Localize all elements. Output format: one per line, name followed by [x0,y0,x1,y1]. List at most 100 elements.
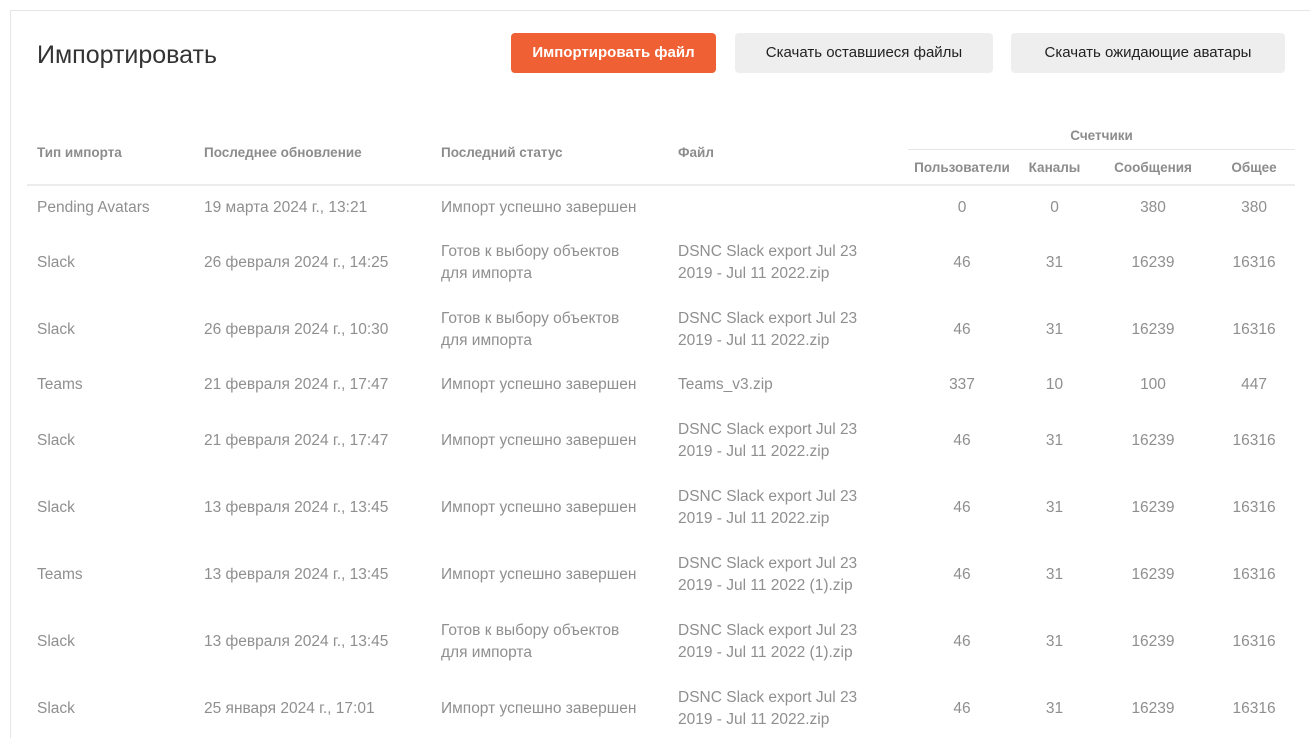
table-row[interactable]: Slack 13 февраля 2024 г., 13:45 Готов к … [27,608,1295,675]
table-header: Тип импорта Последнее обновление Последн… [27,121,1296,186]
status-line-1: Готов к выбору объектов [441,621,620,639]
cell-import-type: Pending Avatars [37,198,150,216]
cell-file: DSNC Slack export Jul 23 2019 - Jul 11 20… [668,675,908,742]
cell-import-type: Slack [37,431,75,449]
cell-channels: 31 [1045,253,1064,271]
column-header-users: Пользователи [908,149,1016,186]
table-row[interactable]: Slack 21 февраля 2024 г., 17:47 Импорт у… [27,407,1295,474]
cell-import-type: Teams [37,376,83,393]
cell-messages: 380 [1140,198,1166,216]
status-line-1: Импорт успешно завершен [441,431,637,449]
table-row[interactable]: Slack 26 февраля 2024 г., 14:25 Готов к … [27,229,1295,296]
cell-channels: 10 [1045,376,1064,393]
cell-file: DSNC Slack export Jul 23 2019 - Jul 11 20… [668,608,908,675]
cell-last-status: Готов к выбору объектов для импорта [431,229,668,296]
cell-users: 46 [953,253,971,271]
cell-last-updated: 26 февраля 2024 г., 10:30 [204,320,389,338]
cell-import-type: Slack [37,632,75,650]
status-line-1: Импорт успешно завершен [441,565,637,583]
cell-messages: 16239 [1131,632,1175,650]
cell-messages: 16239 [1131,320,1175,338]
status-line-1: Готов к выбору объектов [441,309,620,327]
cell-users: 46 [953,565,971,583]
cell-users: 337 [949,376,975,393]
column-header-status: Последний статус [431,121,668,186]
cell-last-updated: 13 февраля 2024 г., 13:45 [204,498,389,516]
table-row[interactable]: Slack 26 февраля 2024 г., 10:30 Готов к … [27,296,1295,363]
cell-last-status: Импорт успешно завершен [431,407,668,474]
file-line-1: DSNC Slack export Jul 23 [678,420,858,438]
table-row[interactable]: Slack 13 февраля 2024 г., 13:45 Импорт у… [27,474,1295,541]
cell-total: 16316 [1232,320,1276,338]
cell-channels: 31 [1045,498,1064,516]
cell-file [668,185,908,229]
column-header-updated: Последнее обновление [194,121,431,186]
file-line-2: 2019 - Jul 11 2022.zip [678,710,830,728]
file-line-1: DSNC Slack export Jul 23 [678,688,858,706]
cell-last-updated: 13 февраля 2024 г., 13:45 [204,632,389,650]
cell-last-updated: 26 февраля 2024 г., 14:25 [204,253,389,271]
table-row[interactable]: Slack 25 января 2024 г., 17:01 Импорт ус… [27,675,1295,742]
file-line-1: DSNC Slack export Jul 23 [678,487,858,505]
status-line-1: Импорт успешно завершен [441,376,637,393]
cell-file: DSNC Slack export Jul 23 2019 - Jul 11 20… [668,474,908,541]
column-header-messages: Сообщения [1093,149,1213,186]
file-line-1: DSNC Slack export Jul 23 [678,554,858,572]
cell-messages: 16239 [1131,565,1175,583]
column-header-total: Общее [1213,149,1296,186]
status-line-2: для импорта [441,264,532,282]
cell-last-status: Импорт успешно завершен [431,675,668,742]
cell-last-status: Готов к выбору объектов для импорта [431,296,668,363]
file-line-2: 2019 - Jul 11 2022.zip [678,331,830,349]
cell-messages: 16239 [1131,253,1175,271]
cell-last-status: Импорт успешно завершен [431,363,668,407]
download-remaining-files-button[interactable]: Скачать оставшиеся файлы [735,33,993,73]
table-body: Pending Avatars 19 марта 2024 г., 13:21 … [27,185,1295,742]
cell-users: 46 [953,431,971,449]
status-line-1: Импорт успешно завершен [441,699,637,717]
cell-users: 46 [953,699,971,717]
download-pending-avatars-button[interactable]: Скачать ожидающие аватары [1011,33,1285,73]
column-group-counters: Счетчики [908,121,1296,150]
cell-users: 46 [953,498,971,516]
cell-total: 16316 [1232,431,1276,449]
table-row[interactable]: Teams 13 февраля 2024 г., 13:45 Импорт у… [27,541,1295,608]
cell-last-status: Импорт успешно завершен [431,541,668,608]
cell-messages: 16239 [1131,498,1175,516]
cell-last-updated: 25 января 2024 г., 17:01 [204,699,375,717]
status-line-2: для импорта [441,331,532,349]
file-line-2: 2019 - Jul 11 2022.zip [678,264,830,282]
cell-channels: 31 [1045,699,1064,717]
import-panel: Импортировать Импортировать файл Скачать… [10,10,1310,738]
cell-total: 16316 [1232,699,1276,717]
cell-last-updated: 19 марта 2024 г., 13:21 [204,198,368,216]
cell-total: 16316 [1232,498,1276,516]
cell-channels: 0 [1050,198,1059,216]
cell-channels: 31 [1045,632,1064,650]
table-row[interactable]: Teams 21 февраля 2024 г., 17:47 Импорт у… [27,363,1295,407]
cell-file: DSNC Slack export Jul 23 2019 - Jul 11 20… [668,541,908,608]
file-line-1: DSNC Slack export Jul 23 [678,309,858,327]
cell-import-type: Slack [37,699,75,717]
cell-total: 16316 [1232,565,1276,583]
file-line-2: 2019 - Jul 11 2022.zip [678,509,830,527]
table-row[interactable]: Pending Avatars 19 марта 2024 г., 13:21 … [27,185,1295,229]
file-line-1: DSNC Slack export Jul 23 [678,242,858,260]
cell-file: DSNC Slack export Jul 23 2019 - Jul 11 20… [668,229,908,296]
cell-last-status: Импорт успешно завершен [431,474,668,541]
cell-import-type: Slack [37,498,75,516]
cell-last-updated: 21 февраля 2024 г., 17:47 [204,431,389,449]
cell-channels: 31 [1045,565,1064,583]
cell-last-status: Импорт успешно завершен [431,185,668,229]
status-line-2: для импорта [441,643,532,661]
file-line-2: 2019 - Jul 11 2022.zip [678,442,830,460]
cell-total: 16316 [1232,253,1276,271]
cell-users: 0 [957,198,967,216]
cell-messages: 16239 [1131,699,1175,717]
cell-total: 380 [1241,198,1267,216]
status-line-1: Импорт успешно завершен [441,498,637,516]
import-file-button[interactable]: Импортировать файл [511,33,716,73]
cell-import-type: Teams [37,565,83,583]
cell-messages: 100 [1140,376,1166,393]
cell-total: 16316 [1232,632,1276,650]
